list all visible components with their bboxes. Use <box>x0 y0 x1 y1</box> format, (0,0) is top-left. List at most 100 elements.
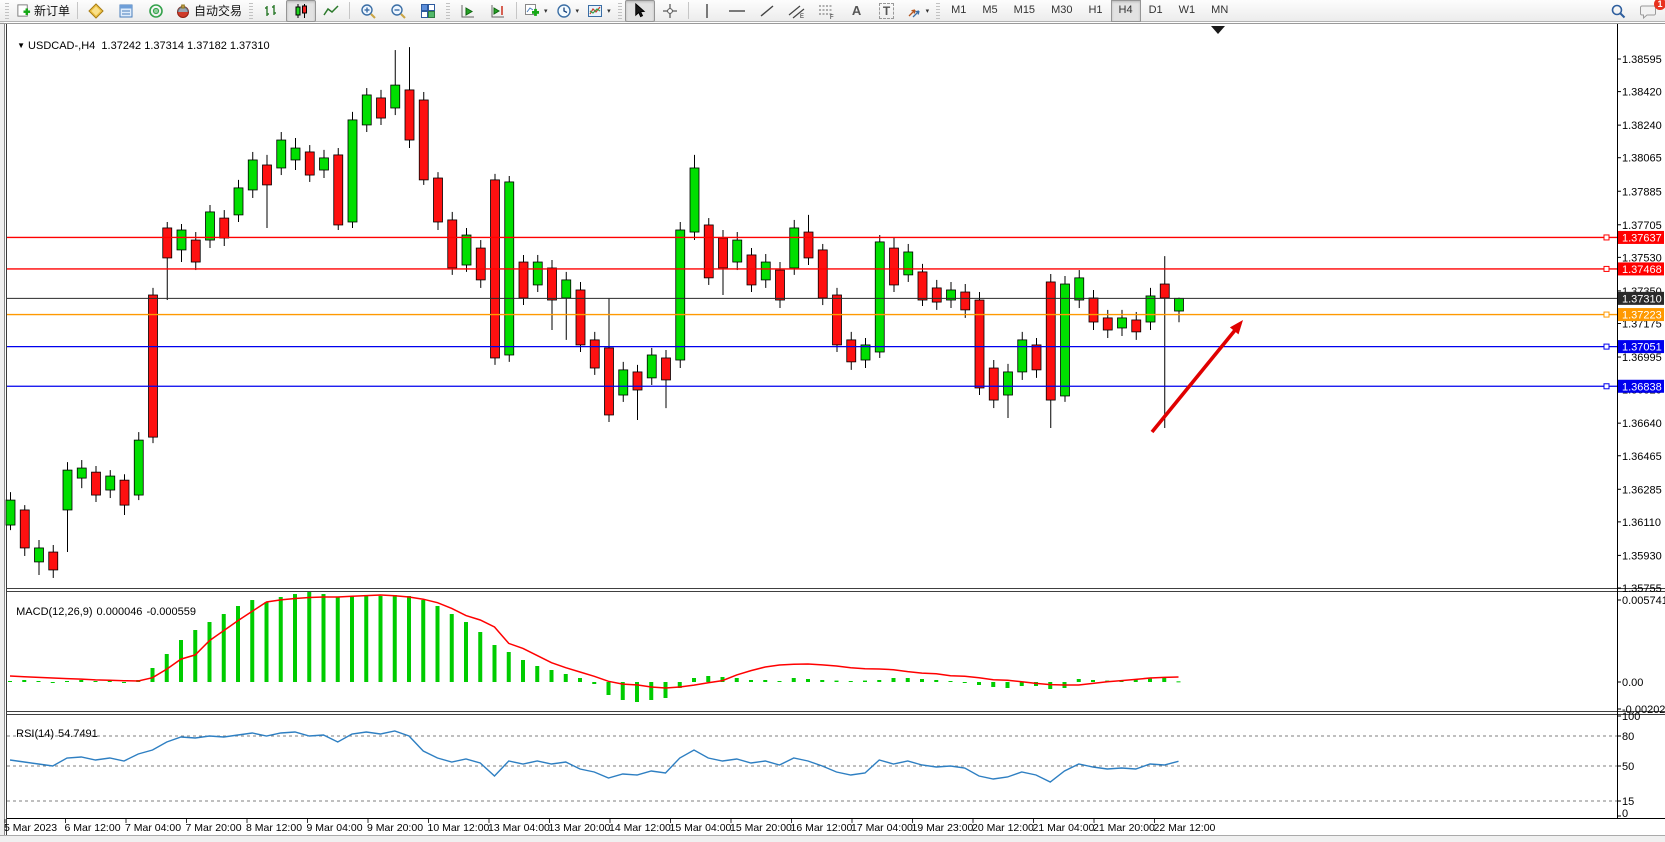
macd-bar <box>265 602 269 682</box>
macd-bar <box>906 678 910 682</box>
timeframe-h1-button[interactable]: H1 <box>1080 0 1110 22</box>
line-handle <box>1604 235 1609 240</box>
candle-body <box>619 370 628 395</box>
market-watch-icon <box>88 3 104 19</box>
candle-body <box>305 152 314 175</box>
macd-bar <box>108 681 112 682</box>
candle-body <box>790 228 799 268</box>
macd-bar <box>706 676 710 682</box>
notifications-button[interactable]: 1 <box>1633 0 1663 22</box>
toolbar-drag-handle[interactable] <box>446 3 450 19</box>
candle-body <box>932 288 941 302</box>
new-order-button[interactable]: 新订单 <box>12 0 74 22</box>
templates-button[interactable]: ▾ <box>583 0 615 22</box>
time-tick-label: 15 Mar 20:00 <box>730 822 792 834</box>
macd-bar <box>379 596 383 682</box>
time-tick-label: 21 Mar 20:00 <box>1093 822 1155 834</box>
price-line-badge-label: 1.37468 <box>1622 264 1662 276</box>
cursor-button[interactable] <box>625 0 655 22</box>
auto-trading-button[interactable]: 自动交易 <box>171 0 246 22</box>
timeframe-m30-button[interactable]: M30 <box>1043 0 1080 22</box>
rsi-tick-label: 50 <box>1622 761 1634 773</box>
time-tick-label: 10 Mar 12:00 <box>428 822 490 834</box>
zoom-in-button[interactable] <box>353 0 383 22</box>
rsi-tick-label: 15 <box>1622 796 1634 808</box>
candle-body <box>63 470 72 510</box>
candle-body <box>348 120 357 222</box>
timeframe-h4-button[interactable]: H4 <box>1111 0 1141 22</box>
timeframe-w1-button[interactable]: W1 <box>1171 0 1204 22</box>
macd-bar <box>778 681 782 682</box>
time-tick-label: 14 Mar 12:00 <box>609 822 671 834</box>
candles-chart-button[interactable] <box>286 0 316 22</box>
candle-body <box>590 340 599 368</box>
label-button[interactable]: T <box>872 0 902 22</box>
macd-bar <box>1162 678 1166 682</box>
macd-bar <box>236 606 240 682</box>
tile-windows-button[interactable] <box>413 0 443 22</box>
timeframe-m1-button[interactable]: M1 <box>943 0 974 22</box>
candle-body <box>1032 345 1041 370</box>
macd-bar <box>51 682 55 683</box>
candle-body <box>334 155 343 225</box>
candle-body <box>391 85 400 108</box>
candle-body <box>875 242 884 352</box>
time-tick-label: 9 Mar 20:00 <box>367 822 423 834</box>
candle-body <box>6 500 15 525</box>
text-button[interactable]: A <box>842 0 872 22</box>
macd-bar <box>478 632 482 682</box>
search-button[interactable] <box>1603 0 1633 22</box>
rsi-tick-label: 100 <box>1622 711 1640 723</box>
zoom-out-button[interactable] <box>383 0 413 22</box>
candle-body <box>704 225 713 278</box>
timeframe-d1-button[interactable]: D1 <box>1141 0 1171 22</box>
timeframe-mn-button[interactable]: MN <box>1203 0 1236 22</box>
macd-bar <box>1077 679 1081 682</box>
periods-button[interactable]: ▾ <box>552 0 584 22</box>
bars-chart-button[interactable] <box>256 0 286 22</box>
toolbar-drag-handle[interactable] <box>936 3 940 19</box>
navigator-button[interactable] <box>141 0 171 22</box>
indicators-button[interactable]: ▾ <box>520 0 552 22</box>
toolbar-drag-handle[interactable] <box>5 3 9 19</box>
macd-bar <box>806 679 810 682</box>
candle-body <box>248 160 257 190</box>
macd-bar <box>1006 682 1010 688</box>
macd-bar <box>835 681 839 682</box>
macd-bar <box>322 594 326 682</box>
time-tick-label: 17 Mar 04:00 <box>851 822 913 834</box>
macd-bar <box>94 681 98 682</box>
data-window-button[interactable] <box>111 0 141 22</box>
time-tick-label: 13 Mar 04:00 <box>488 822 550 834</box>
line-handle <box>1604 384 1609 389</box>
chart-canvas[interactable]: 1.385951.384201.382401.380651.378851.377… <box>0 0 1665 842</box>
candle-body <box>890 248 899 285</box>
candle-body <box>904 252 913 275</box>
clock-icon <box>556 3 572 19</box>
candle-body <box>662 358 671 380</box>
candle-body <box>1146 296 1155 322</box>
time-tick-label: 13 Mar 20:00 <box>549 822 611 834</box>
toolbar-drag-handle[interactable] <box>618 3 622 19</box>
channel-button[interactable]: E <box>782 0 812 22</box>
market-watch-button[interactable] <box>81 0 111 22</box>
time-axis[interactable]: 5 Mar 20236 Mar 12:007 Mar 04:007 Mar 20… <box>4 819 1216 834</box>
trendline-button[interactable] <box>752 0 782 22</box>
timeframe-m5-button[interactable]: M5 <box>974 0 1005 22</box>
macd-bar <box>949 681 953 682</box>
timeframe-m15-button[interactable]: M15 <box>1006 0 1043 22</box>
crosshair-button[interactable] <box>655 0 685 22</box>
auto-scroll-button[interactable] <box>453 0 483 22</box>
macd-bar <box>877 680 881 682</box>
toolbar-separator <box>516 2 517 19</box>
horizontal-line-button[interactable] <box>722 0 752 22</box>
fibonacci-button[interactable]: F <box>812 0 842 22</box>
vertical-line-button[interactable] <box>692 0 722 22</box>
macd-bar <box>1148 679 1152 682</box>
toolbar-drag-handle[interactable] <box>249 3 253 19</box>
rsi-tick-label: 0 <box>1622 808 1628 820</box>
arrows-button[interactable]: ▾ <box>902 0 934 22</box>
chart-shift-button[interactable] <box>483 0 513 22</box>
price-tick-label: 1.38420 <box>1622 87 1662 99</box>
line-chart-button[interactable] <box>316 0 346 22</box>
